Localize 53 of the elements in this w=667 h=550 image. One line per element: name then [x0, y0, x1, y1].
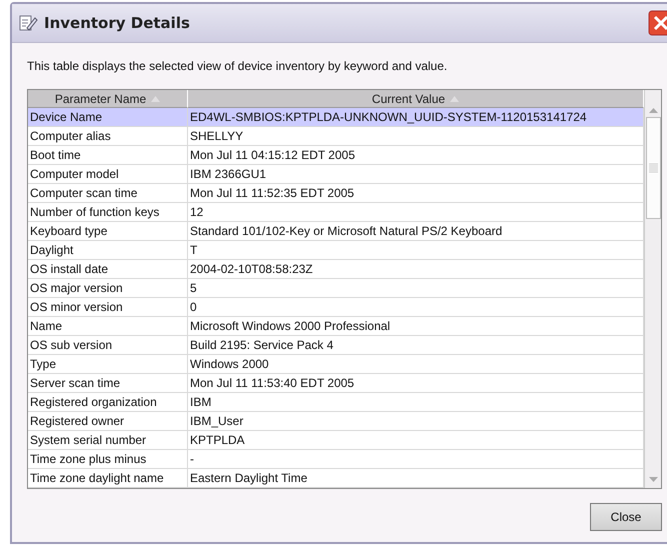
table-cell[interactable]: IBM_User: [188, 412, 644, 431]
table-cell[interactable]: Windows 2000: [188, 355, 644, 374]
table-cell[interactable]: Mon Jul 11 11:53:40 EDT 2005: [188, 374, 644, 393]
table-cell[interactable]: Build 2195: Service Pack 4: [188, 336, 644, 355]
table-cell[interactable]: Registered organization: [28, 393, 188, 412]
table-cell[interactable]: Type: [28, 355, 188, 374]
table-cell[interactable]: Number of function keys: [28, 203, 188, 222]
table-cell[interactable]: Name: [28, 317, 188, 336]
scroll-up-icon[interactable]: [648, 108, 658, 113]
scroll-down-icon[interactable]: [648, 477, 658, 482]
window-title: Inventory Details: [44, 14, 191, 32]
table-cell[interactable]: Eastern Daylight Time: [188, 469, 644, 488]
sort-arrow-icon: [450, 96, 460, 102]
column-header[interactable]: Current Value: [188, 90, 644, 108]
table-cell[interactable]: Computer alias: [28, 127, 188, 146]
table-cell[interactable]: 2004-02-10T08:58:23Z: [188, 260, 644, 279]
table-cell[interactable]: Registered owner: [28, 412, 188, 431]
table-cell[interactable]: IBM: [188, 393, 644, 412]
table-cell[interactable]: OS install date: [28, 260, 188, 279]
description-text: This table displays the selected view of device inventory by keyword and value.: [27, 59, 448, 73]
table-cell[interactable]: Keyboard type: [28, 222, 188, 241]
column-header[interactable]: Parameter Name: [28, 90, 188, 108]
close-icon[interactable]: [648, 10, 667, 36]
table-cell[interactable]: Server scan time: [28, 374, 188, 393]
table-cell[interactable]: Time zone plus minus: [28, 450, 188, 469]
table-cell[interactable]: Device Name: [28, 108, 188, 127]
table-cell[interactable]: SHELLYY: [188, 127, 644, 146]
table-cell[interactable]: 5: [188, 279, 644, 298]
table-cell[interactable]: Microsoft Windows 2000 Professional: [188, 317, 644, 336]
table-cell[interactable]: Computer model: [28, 165, 188, 184]
table-cell[interactable]: System serial number: [28, 431, 188, 450]
table-cell[interactable]: OS minor version: [28, 298, 188, 317]
table-cell[interactable]: OS sub version: [28, 336, 188, 355]
table-cell[interactable]: Boot time: [28, 146, 188, 165]
table-cell[interactable]: IBM 2366GU1: [188, 165, 644, 184]
close-button[interactable]: Close: [590, 503, 662, 531]
table-cell[interactable]: Time zone daylight name: [28, 469, 188, 488]
table-cell[interactable]: Mon Jul 11 11:52:35 EDT 2005: [188, 184, 644, 203]
table-cell[interactable]: OS major version: [28, 279, 188, 298]
scrollbar[interactable]: [644, 90, 661, 488]
table-cell[interactable]: ED4WL-SMBIOS:KPTPLDA-UNKNOWN_UUID-SYSTEM-1120153141724: [188, 108, 644, 127]
table-cell[interactable]: Mon Jul 11 04:15:12 EDT 2005: [188, 146, 644, 165]
table-cell[interactable]: T: [188, 241, 644, 260]
grip-icon: [648, 163, 658, 173]
table-cell[interactable]: Standard 101/102-Key or Microsoft Natural PS/2 Keyboard: [188, 222, 644, 241]
table-cell[interactable]: 0: [188, 298, 644, 317]
table-cell[interactable]: -: [188, 450, 644, 469]
table-cell[interactable]: 12: [188, 203, 644, 222]
table-cell[interactable]: KPTPLDA: [188, 431, 644, 450]
table-cell[interactable]: Computer scan time: [28, 184, 188, 203]
table-cell[interactable]: Daylight: [28, 241, 188, 260]
edit-document-icon: [18, 13, 38, 33]
sort-arrow-icon: [151, 96, 160, 102]
